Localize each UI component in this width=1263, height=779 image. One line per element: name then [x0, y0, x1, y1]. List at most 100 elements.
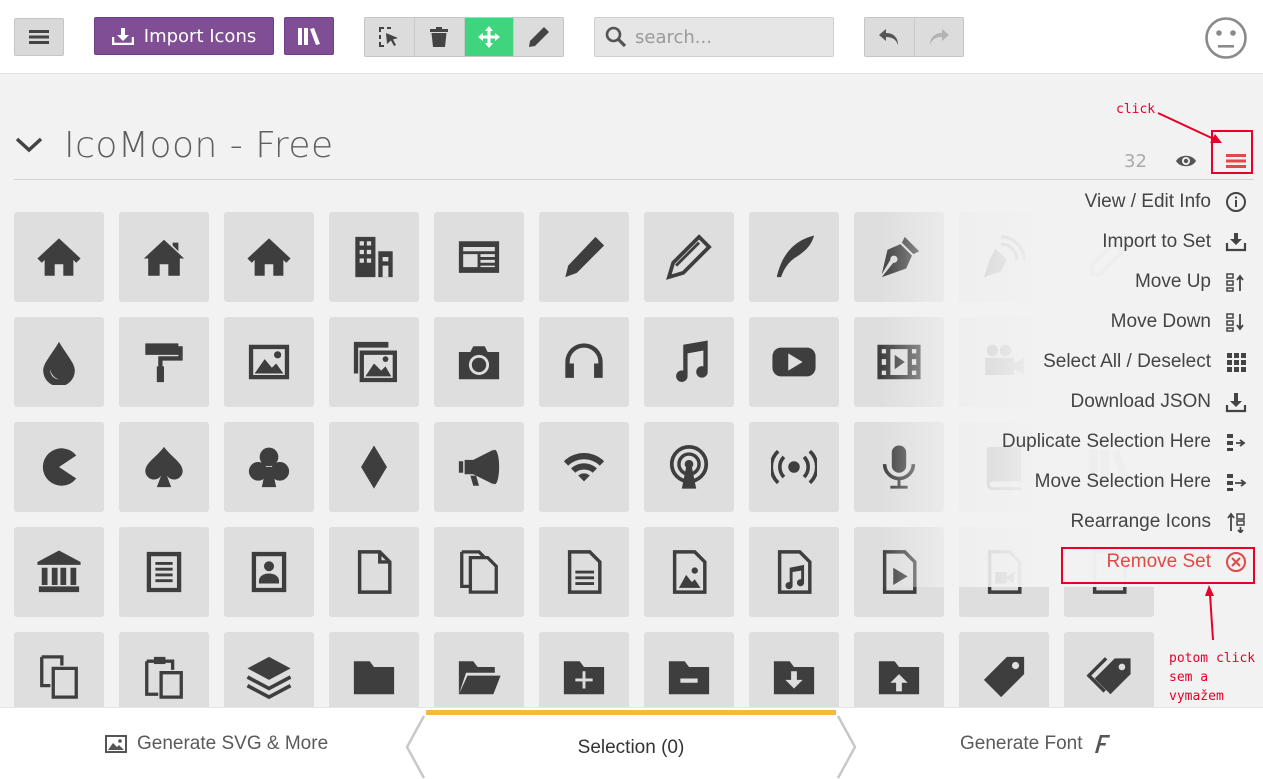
- set-menu-item[interactable]: Move Up: [1135, 267, 1247, 297]
- paste-icon: [141, 654, 187, 700]
- edit-tool-button[interactable]: [514, 18, 563, 56]
- set-menu-item[interactable]: Import to Set: [1102, 227, 1247, 257]
- folder-download-icon: [771, 654, 817, 700]
- pacman-icon: [36, 444, 82, 490]
- redo-button[interactable]: [915, 18, 964, 56]
- profile-icon: [246, 549, 292, 595]
- chevron-down-icon[interactable]: [14, 135, 44, 155]
- set-menu-item-label: Select All / Deselect: [1043, 351, 1211, 372]
- icon-tile[interactable]: [434, 212, 524, 302]
- file-picture-icon: [666, 549, 712, 595]
- annotation-line: vymažem: [1169, 689, 1224, 704]
- search-box: [594, 17, 834, 57]
- icon-tile[interactable]: [539, 527, 629, 617]
- camera-icon: [456, 339, 502, 385]
- set-menu-item[interactable]: Move Down: [1111, 307, 1247, 337]
- office-icon: [351, 234, 397, 280]
- icon-tile[interactable]: [434, 422, 524, 512]
- annotation-line: potom click: [1169, 651, 1256, 666]
- icon-tile[interactable]: [14, 212, 104, 302]
- icon-tile[interactable]: [224, 317, 314, 407]
- icon-tile[interactable]: [119, 527, 209, 617]
- icon-tile[interactable]: [14, 422, 104, 512]
- search-input[interactable]: [635, 26, 825, 48]
- icon-tile[interactable]: [329, 422, 419, 512]
- selection-tab[interactable]: Selection (0): [426, 710, 836, 779]
- folder-plus-icon: [561, 654, 607, 700]
- icon-tile[interactable]: [539, 422, 629, 512]
- move-down-icon: [1226, 313, 1244, 332]
- import-icons-button[interactable]: Import Icons: [94, 17, 274, 55]
- set-menu-item[interactable]: View / Edit Info: [1085, 187, 1247, 217]
- chevron-right-icon: [836, 715, 857, 779]
- icon-tile[interactable]: [119, 422, 209, 512]
- select-tool-button[interactable]: [365, 18, 415, 56]
- set-menu-item[interactable]: Move Selection Here: [1035, 467, 1247, 497]
- set-menu-item-label: Move Selection Here: [1034, 471, 1211, 492]
- home2-icon: [141, 234, 187, 280]
- icon-tile[interactable]: [434, 527, 524, 617]
- icon-tile[interactable]: [749, 212, 839, 302]
- download-icon: [1225, 393, 1247, 413]
- icon-tile[interactable]: [539, 212, 629, 302]
- library-button[interactable]: [284, 17, 334, 55]
- neutral-face-icon[interactable]: [1204, 16, 1248, 60]
- search-icon: [605, 26, 627, 48]
- icon-tile[interactable]: [539, 317, 629, 407]
- delete-tool-button[interactable]: [415, 18, 465, 56]
- set-menu-item[interactable]: Rearrange Icons: [1071, 507, 1247, 537]
- import-icon: [1225, 233, 1247, 252]
- set-menu-item-label: Download JSON: [1070, 391, 1211, 412]
- undo-button[interactable]: [865, 18, 915, 56]
- icon-tile[interactable]: [119, 317, 209, 407]
- icon-tile[interactable]: [749, 317, 839, 407]
- icon-tile[interactable]: [14, 527, 104, 617]
- move-icon: [477, 26, 500, 48]
- main-menu-button[interactable]: [14, 18, 64, 56]
- file-text-icon: [141, 549, 187, 595]
- annotation-arrow-bottom: [1205, 585, 1214, 641]
- diamonds-icon: [351, 444, 397, 490]
- set-menu-item[interactable]: Select All / Deselect: [1043, 347, 1247, 377]
- set-menu-item[interactable]: Download JSON: [1071, 387, 1247, 417]
- icon-tile[interactable]: [644, 422, 734, 512]
- music-icon: [666, 339, 712, 385]
- eye-icon[interactable]: [1175, 152, 1197, 170]
- icon-tile[interactable]: [224, 212, 314, 302]
- annotation-remove-highlight: [1061, 547, 1255, 584]
- folder-icon: [351, 654, 397, 700]
- icon-tile[interactable]: [224, 422, 314, 512]
- set-menu-item-label: Rearrange Icons: [1070, 511, 1211, 532]
- generate-svg-tab[interactable]: Generate SVG & More: [105, 724, 328, 764]
- icon-tile[interactable]: [329, 317, 419, 407]
- files-empty-icon: [456, 549, 502, 595]
- icon-tile[interactable]: [644, 317, 734, 407]
- pencil2-icon: [666, 234, 712, 280]
- move-tool-button[interactable]: [464, 18, 515, 56]
- icon-tile[interactable]: [749, 422, 839, 512]
- folder-upload-icon: [876, 654, 922, 700]
- icon-tile[interactable]: [644, 212, 734, 302]
- move-up-icon: [1226, 273, 1244, 292]
- spades-icon: [141, 444, 187, 490]
- clubs-icon: [246, 444, 292, 490]
- icon-tile[interactable]: [644, 527, 734, 617]
- icon-tile[interactable]: [749, 527, 839, 617]
- icon-tile[interactable]: [14, 317, 104, 407]
- icon-tile[interactable]: [224, 527, 314, 617]
- icon-tile[interactable]: [119, 212, 209, 302]
- play-icon: [771, 339, 817, 385]
- feed-icon: [771, 444, 817, 490]
- set-menu-item[interactable]: Duplicate Selection Here: [1002, 427, 1247, 457]
- icon-tile[interactable]: [434, 317, 524, 407]
- set-header[interactable]: IcoMoon - Free: [14, 120, 334, 170]
- edit-mode-toolbar: [364, 17, 564, 57]
- duplicate-icon: [1227, 434, 1246, 451]
- file-empty-icon: [351, 549, 397, 595]
- icon-tile[interactable]: [329, 212, 419, 302]
- icon-tile[interactable]: [329, 527, 419, 617]
- generate-font-tab[interactable]: Generate Font: [960, 724, 1111, 764]
- newspaper-icon: [456, 234, 502, 280]
- price-tag-icon: [981, 654, 1027, 700]
- set-menu-item-label: Import to Set: [1102, 231, 1211, 252]
